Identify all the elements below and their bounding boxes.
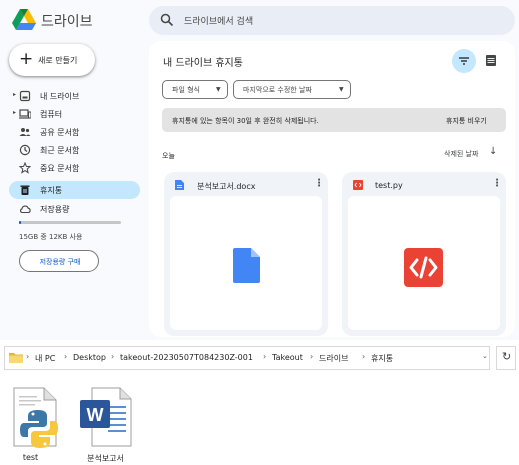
sidebar-item-shared[interactable]: 공유 문서함 <box>9 123 140 141</box>
breadcrumb-item[interactable]: Takeout <box>272 353 303 362</box>
sidebar-item-label: 최근 문서함 <box>40 146 80 155</box>
shared-icon <box>19 128 31 136</box>
python-file-item[interactable] <box>8 386 63 448</box>
file-card-docx[interactable]: 분석보고서.docx ⋮ <box>164 172 328 336</box>
sidebar-item-label: 컴퓨터 <box>40 110 63 119</box>
banner-text: 휴지통에 있는 항목이 30일 후 완전히 삭제됩니다. <box>172 117 319 125</box>
file-label: 분석보고서 <box>87 454 124 463</box>
file-label: test <box>22 453 39 462</box>
dropdown-caret-icon: ▼ <box>339 86 344 93</box>
breadcrumb-separator: › <box>362 352 366 361</box>
clock-icon <box>19 144 31 156</box>
more-options-icon[interactable]: ⋮ <box>314 178 324 189</box>
search-icon[interactable] <box>160 13 174 27</box>
folder-icon <box>9 353 23 363</box>
trash-icon <box>20 185 30 195</box>
refresh-icon: ↻ <box>502 350 512 363</box>
file-preview <box>348 196 500 330</box>
breadcrumb-separator: › <box>111 352 115 361</box>
breadcrumb-item[interactable]: 내 PC <box>35 353 55 364</box>
breadcrumb-item[interactable]: takeout-20230507T084230Z-001 <box>120 353 253 362</box>
storage-bar-fill <box>19 221 21 224</box>
file-name: 분석보고서.docx <box>197 182 256 191</box>
page-title: 내 드라이브 휴지통 <box>163 58 243 69</box>
storage-bar <box>19 221 121 224</box>
filter-chip-modified-date[interactable]: 마지막으로 수정한 날짜 ▼ <box>233 80 351 99</box>
sort-direction-icon[interactable]: ↓ <box>489 146 497 157</box>
storage-usage-text: 15GB 중 12KB 사용 <box>19 233 83 241</box>
word-file-icon: W <box>80 387 132 447</box>
plus-icon: + <box>19 49 34 69</box>
chip-label: 마지막으로 수정한 날짜 <box>243 86 312 94</box>
buy-storage-label: 저장용량 구매 <box>39 258 81 266</box>
expand-arrow-icon[interactable]: ▸ <box>13 91 16 98</box>
expand-arrow-icon[interactable]: ▸ <box>13 109 16 116</box>
file-preview <box>170 196 322 330</box>
dropdown-caret-icon: ▼ <box>216 86 221 93</box>
sidebar-item-label: 공유 문서함 <box>40 128 80 137</box>
breadcrumb-separator: › <box>26 352 30 361</box>
more-options-icon[interactable]: ⋮ <box>492 178 502 189</box>
code-icon <box>353 180 363 190</box>
sidebar-item-computers[interactable]: ▸ 컴퓨터 <box>9 105 140 123</box>
google-docs-icon <box>233 248 260 283</box>
chip-label: 파일 형식 <box>172 86 200 94</box>
cloud-icon <box>20 205 31 214</box>
search-placeholder[interactable]: 드라이브에서 검색 <box>184 14 253 27</box>
sidebar-item-recent[interactable]: 최근 문서함 <box>9 141 140 159</box>
breadcrumb-separator: › <box>310 352 314 361</box>
chevron-down-icon[interactable]: ⌄ <box>482 352 488 360</box>
sidebar-item-trash[interactable]: 휴지통 <box>9 181 140 199</box>
filter-chip-file-type[interactable]: 파일 형식 ▼ <box>162 80 228 99</box>
section-label: 오늘 <box>162 152 175 160</box>
file-card-py[interactable]: test.py ⋮ <box>342 172 506 336</box>
sidebar-item-label: 중요 문서함 <box>40 164 80 173</box>
buy-storage-button[interactable]: 저장용량 구매 <box>19 250 99 272</box>
filter-icon <box>459 57 469 65</box>
code-icon <box>404 248 443 287</box>
file-name: test.py <box>375 181 403 190</box>
sidebar-item-my-drive[interactable]: ▸ 내 드라이브 <box>9 87 140 105</box>
sidebar-item-starred[interactable]: 중요 문서함 <box>9 159 140 177</box>
python-file-icon <box>13 387 58 448</box>
sort-label[interactable]: 삭제된 날짜 <box>444 149 478 159</box>
list-view-icon[interactable] <box>486 55 496 66</box>
svg-text:W: W <box>87 405 104 425</box>
breadcrumb-item[interactable]: Desktop <box>73 353 106 362</box>
word-file-item[interactable]: W <box>78 386 133 448</box>
star-icon <box>19 162 31 174</box>
new-button-label: 새로 만들기 <box>38 56 78 65</box>
sidebar-item-label: 휴지통 <box>40 186 63 195</box>
breadcrumb-separator: › <box>64 352 68 361</box>
google-drive-logo[interactable] <box>12 9 36 31</box>
sidebar-item-storage[interactable]: 저장용량 <box>9 200 140 218</box>
sidebar-item-label: 내 드라이브 <box>40 92 80 101</box>
sidebar-item-label: 저장용량 <box>40 205 70 214</box>
computer-icon <box>19 109 31 119</box>
google-docs-icon <box>175 180 184 190</box>
breadcrumb-item[interactable]: 드라이브 <box>319 353 348 364</box>
app-title: 드라이브 <box>41 14 93 30</box>
my-drive-icon <box>19 90 31 102</box>
empty-trash-button[interactable]: 휴지통 비우기 <box>446 116 487 126</box>
breadcrumb-separator: › <box>263 352 267 361</box>
breadcrumb-item[interactable]: 휴지통 <box>371 353 393 364</box>
